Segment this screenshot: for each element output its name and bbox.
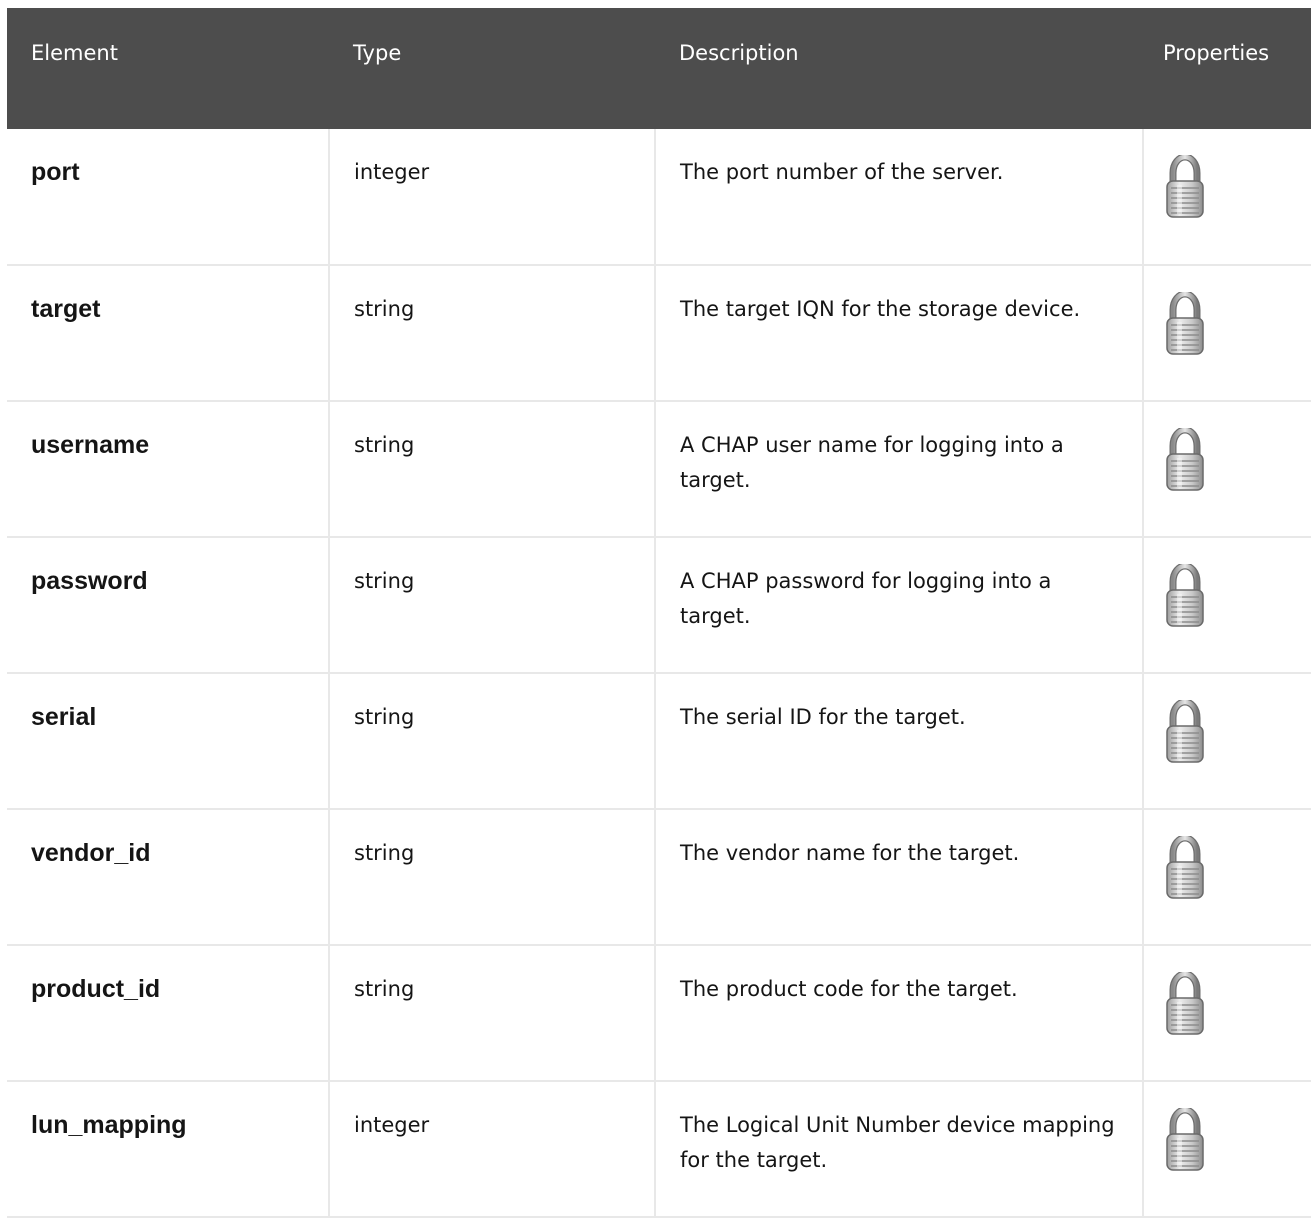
element-name: lun_mapping	[7, 1080, 330, 1218]
element-name: vendor_id	[7, 808, 330, 946]
header-type: Type	[329, 8, 655, 129]
properties-table: Element Type Description Properties port…	[7, 8, 1311, 1218]
lock-icon	[1164, 972, 1311, 1036]
element-type: string	[328, 536, 656, 674]
element-properties	[1142, 672, 1311, 810]
element-description: The serial ID for the target.	[654, 672, 1144, 810]
element-name: serial	[7, 672, 330, 810]
lock-icon	[1164, 1108, 1311, 1172]
table-row: username string A CHAP user name for log…	[7, 400, 1311, 538]
element-properties	[1142, 400, 1311, 538]
table-row: target string The target IQN for the sto…	[7, 264, 1311, 402]
lock-icon	[1164, 564, 1311, 628]
element-description: A CHAP user name for logging into a targ…	[654, 400, 1144, 538]
lock-icon	[1164, 292, 1311, 356]
table-body: port integer The port number of the serv…	[7, 129, 1311, 1218]
element-description: The target IQN for the storage device.	[654, 264, 1144, 402]
element-type: string	[328, 944, 656, 1082]
table-row: serial string The serial ID for the targ…	[7, 672, 1311, 810]
element-type: string	[328, 400, 656, 538]
element-name: product_id	[7, 944, 330, 1082]
lock-icon	[1164, 700, 1311, 764]
element-properties	[1142, 129, 1311, 266]
element-properties	[1142, 944, 1311, 1082]
element-description: The product code for the target.	[654, 944, 1144, 1082]
element-name: password	[7, 536, 330, 674]
element-type: string	[328, 808, 656, 946]
element-type: integer	[328, 129, 656, 266]
element-description: The port number of the server.	[654, 129, 1144, 266]
element-properties	[1142, 808, 1311, 946]
table-row: lun_mapping integer The Logical Unit Num…	[7, 1080, 1311, 1218]
element-type: integer	[328, 1080, 656, 1218]
element-description: The vendor name for the target.	[654, 808, 1144, 946]
table-header: Element Type Description Properties	[7, 8, 1311, 129]
element-description: The Logical Unit Number device mapping f…	[654, 1080, 1144, 1218]
lock-icon	[1164, 155, 1311, 219]
element-type: string	[328, 672, 656, 810]
element-name: target	[7, 264, 330, 402]
element-name: port	[7, 129, 330, 266]
header-properties: Properties	[1143, 8, 1311, 129]
lock-icon	[1164, 836, 1311, 900]
element-properties	[1142, 536, 1311, 674]
element-type: string	[328, 264, 656, 402]
table-row: password string A CHAP password for logg…	[7, 536, 1311, 674]
header-description: Description	[655, 8, 1143, 129]
element-name: username	[7, 400, 330, 538]
table-row: product_id string The product code for t…	[7, 944, 1311, 1082]
header-element: Element	[7, 8, 329, 129]
element-description: A CHAP password for logging into a targe…	[654, 536, 1144, 674]
element-properties	[1142, 264, 1311, 402]
table-row: vendor_id string The vendor name for the…	[7, 808, 1311, 946]
table-row: port integer The port number of the serv…	[7, 129, 1311, 266]
lock-icon	[1164, 428, 1311, 492]
element-properties	[1142, 1080, 1311, 1218]
header-row: Element Type Description Properties	[7, 8, 1311, 129]
